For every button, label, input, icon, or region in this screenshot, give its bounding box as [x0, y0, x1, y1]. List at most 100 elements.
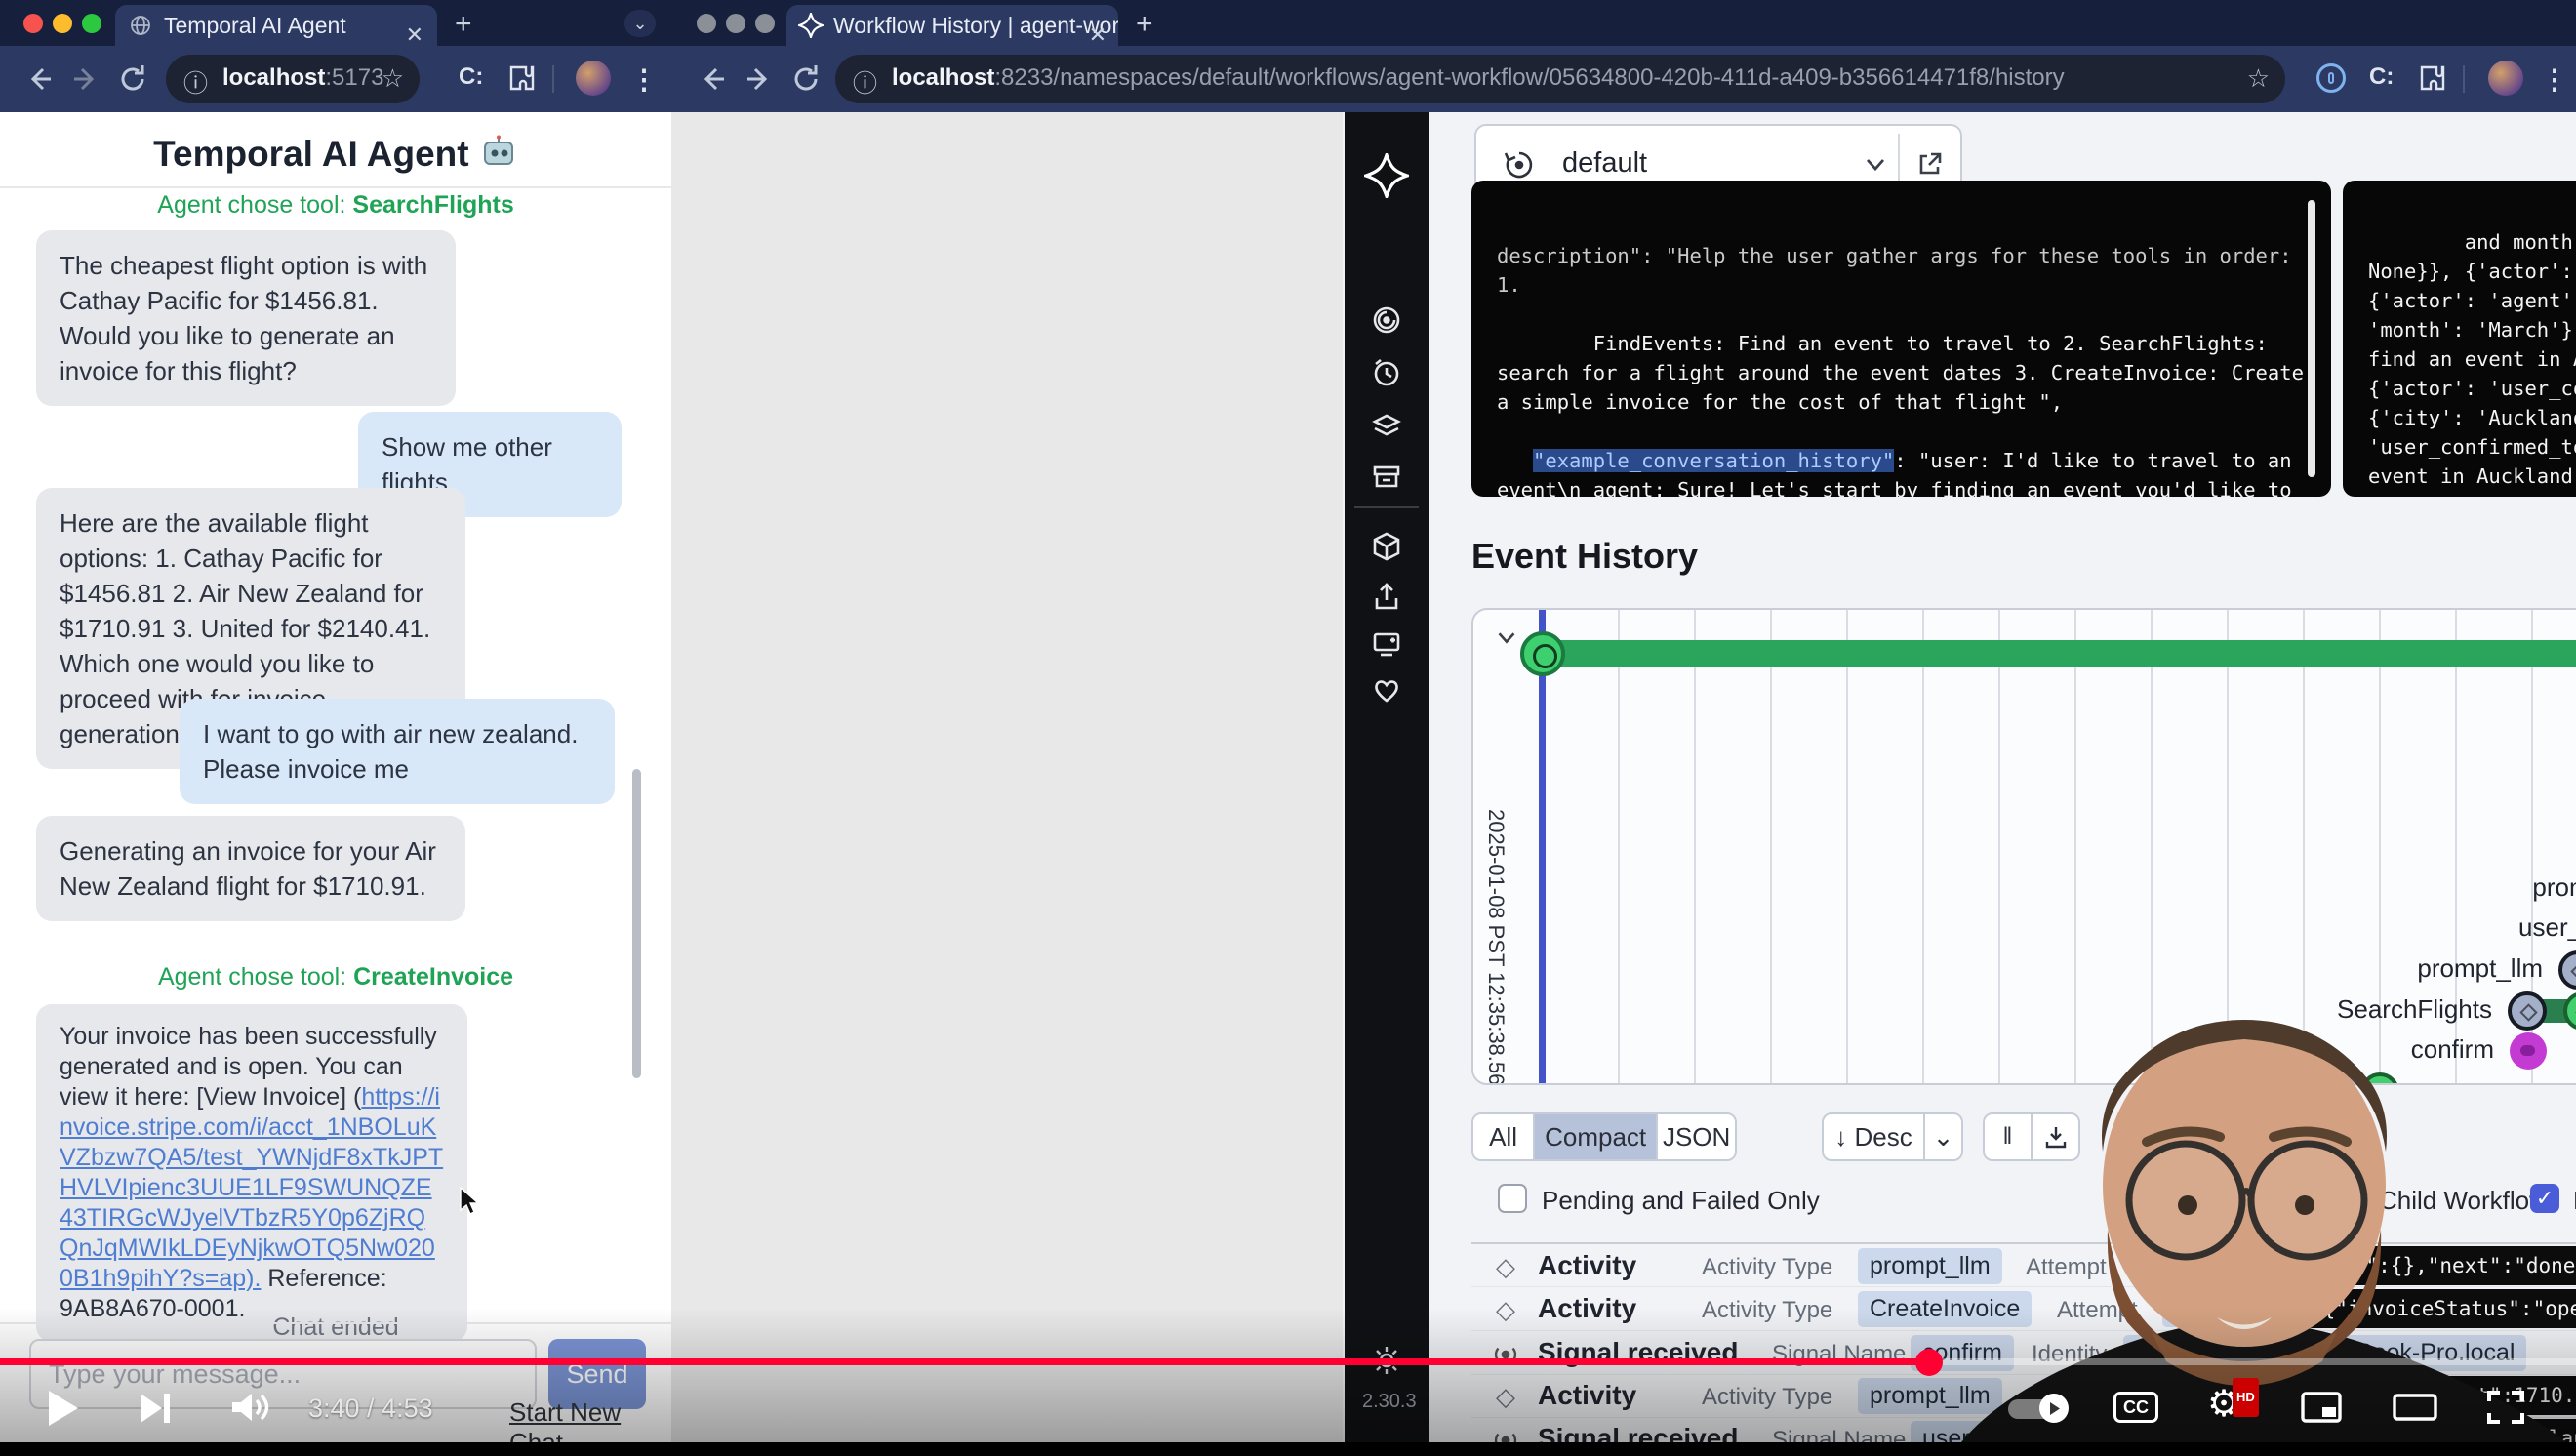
zoom-window-button[interactable]: [82, 14, 101, 33]
share-icon[interactable]: [1370, 581, 1403, 614]
captions-button[interactable]: CC: [2113, 1392, 2158, 1423]
namespace-icon: [1500, 145, 1539, 184]
tool-label-searchflights: Agent chose tool: SearchFlights: [0, 191, 671, 220]
new-tab-button[interactable]: +: [455, 8, 472, 41]
extension-c-icon[interactable]: C:: [2369, 63, 2394, 91]
workflows-icon[interactable]: [1370, 303, 1403, 337]
activity-diamond-icon: ◇: [1496, 1252, 1515, 1282]
heart-icon[interactable]: [1370, 674, 1403, 708]
browser-menu-icon[interactable]: ⋮: [2541, 63, 2568, 96]
progress-playhead[interactable]: [1915, 1349, 1943, 1376]
close-tab-icon[interactable]: ✕: [406, 15, 423, 46]
signal-icon: [1491, 1426, 1520, 1442]
panel-scrollbar[interactable]: [2308, 200, 2315, 477]
reload-button[interactable]: [788, 61, 824, 97]
pending-failed-checkbox[interactable]: [1498, 1184, 1527, 1213]
globe-favicon: [129, 14, 152, 37]
archive-icon[interactable]: [1370, 460, 1403, 493]
progress-played: [0, 1358, 1929, 1365]
workflow-execution-bar[interactable]: [1542, 640, 2576, 667]
chat-page: Temporal AI Agent Agent chose tool: Sear…: [0, 112, 671, 1442]
tab-workflow-history[interactable]: Workflow History | agent-wor ✕: [786, 5, 1118, 46]
browser-menu-icon[interactable]: ⋮: [630, 63, 658, 96]
url-bar[interactable]: ⓘ localhost:5173 ☆: [166, 55, 420, 103]
event-history-heading: Event History: [1471, 536, 1698, 577]
external-link-icon[interactable]: [1915, 149, 1945, 179]
url-bar[interactable]: ⓘ localhost:8233/namespaces/default/work…: [835, 55, 2285, 103]
invoice-link[interactable]: https://invoice.stripe.com/i/acct_1NBOLu…: [60, 1083, 443, 1292]
workflow-input-panel[interactable]: description": "Help the user gather args…: [1471, 181, 2331, 497]
workflow-start-marker[interactable]: [1520, 631, 1565, 676]
chevron-down-icon: [1861, 149, 1890, 179]
reload-button[interactable]: [115, 61, 150, 97]
code-highlight: "example_conversation_history": [1533, 449, 1894, 472]
header-divider: [0, 186, 671, 188]
close-tab-icon[interactable]: ✕: [1089, 15, 1107, 46]
extensions-puzzle-icon[interactable]: [507, 63, 537, 93]
right-tabbar: Workflow History | agent-wor ✕ +: [671, 0, 2576, 46]
extension-1password-icon[interactable]: [2316, 63, 2346, 93]
left-browser-window: Temporal AI Agent ✕ + ⌄ ⓘ localhost:5173…: [0, 0, 671, 1442]
view-all-button[interactable]: All: [1473, 1114, 1535, 1159]
pending-failed-label: Pending and Failed Only: [1542, 1186, 1820, 1216]
back-button[interactable]: [695, 61, 730, 97]
code-line1: FindEvents: Find an event to travel to 2…: [1497, 332, 2315, 414]
tab-temporal-ai-agent[interactable]: Temporal AI Agent ✕: [115, 5, 437, 46]
settings-gear-icon[interactable]: ⚙ HD: [2207, 1386, 2240, 1423]
activity-diamond-icon: ◇: [1496, 1295, 1515, 1325]
schedules-icon[interactable]: [1370, 356, 1403, 389]
profile-avatar[interactable]: [576, 61, 611, 96]
user-message-choose: I want to go with air new zealand. Pleas…: [180, 699, 615, 804]
timeline-start-line: [1539, 610, 1546, 1085]
chat-input[interactable]: [29, 1339, 537, 1409]
workflow-result-panel[interactable]: and month you're interested in for the e…: [2343, 181, 2576, 497]
temporal-favicon: [798, 13, 824, 38]
timeline-start-label: 2025-01-08 PST 12:35:38.56: [1483, 809, 1509, 1085]
extensions-puzzle-icon[interactable]: [2418, 63, 2447, 93]
view-compact-button[interactable]: Compact: [1535, 1114, 1658, 1159]
minimize-window-button[interactable]: [53, 14, 72, 33]
start-new-chat-link[interactable]: Start New Chat: [509, 1397, 671, 1442]
profile-avatar[interactable]: [2488, 61, 2523, 96]
close-window-button[interactable]: [23, 14, 43, 33]
feedback-icon[interactable]: [1370, 627, 1403, 661]
agent-message-cheapest: The cheapest flight option is with Catha…: [36, 230, 456, 406]
namespaces-icon[interactable]: [1370, 530, 1403, 563]
right-toolbar: ⓘ localhost:8233/namespaces/default/work…: [671, 46, 2576, 112]
view-segmented-control: All Compact JSON: [1471, 1112, 1737, 1161]
minimize-window-button[interactable]: [726, 14, 745, 33]
tab-search-chevron[interactable]: ⌄: [624, 10, 656, 37]
fullscreen-button[interactable]: [2486, 1390, 2525, 1425]
zoom-window-button[interactable]: [755, 14, 775, 33]
chat-scrollbar[interactable]: [632, 769, 641, 1078]
forward-button[interactable]: [742, 61, 777, 97]
miniplayer-button[interactable]: [2301, 1392, 2342, 1423]
collapse-chevron-icon[interactable]: [1493, 624, 1520, 651]
site-info-icon[interactable]: ⓘ: [853, 64, 877, 100]
temporal-logo[interactable]: [1364, 153, 1409, 198]
hd-badge: HD: [2233, 1378, 2259, 1417]
site-info-icon[interactable]: ⓘ: [183, 64, 208, 100]
bookmark-star-icon[interactable]: ☆: [2247, 63, 2270, 94]
left-tabbar: Temporal AI Agent ✕ + ⌄: [0, 0, 671, 46]
close-window-button[interactable]: [697, 14, 716, 33]
timeline-label: prompt_llm: [2417, 953, 2543, 984]
namespace-value: default: [1562, 147, 1647, 180]
batch-operations-icon[interactable]: [1370, 409, 1403, 442]
bookmark-star-icon[interactable]: ☆: [382, 63, 404, 94]
view-json-button[interactable]: JSON: [1658, 1114, 1735, 1159]
webcam-presenter: [1903, 995, 2576, 1442]
play-button[interactable]: [47, 1390, 80, 1427]
code-text: and month you're interested in for the e…: [2368, 230, 2576, 497]
forward-button[interactable]: [68, 61, 103, 97]
extension-c-icon[interactable]: C:: [459, 63, 483, 91]
theater-mode-button[interactable]: [2393, 1392, 2437, 1423]
next-button[interactable]: [139, 1392, 172, 1425]
back-button[interactable]: [21, 61, 57, 97]
new-tab-button[interactable]: +: [1136, 8, 1153, 41]
timeline-label: user_prompt: [2518, 912, 2576, 943]
volume-icon[interactable]: [230, 1390, 271, 1425]
url-path: :8233/namespaces/default/workflows/agent…: [994, 64, 2064, 91]
activity-diamond-icon: ◇: [1496, 1382, 1515, 1412]
url-host: localhost: [222, 64, 325, 91]
